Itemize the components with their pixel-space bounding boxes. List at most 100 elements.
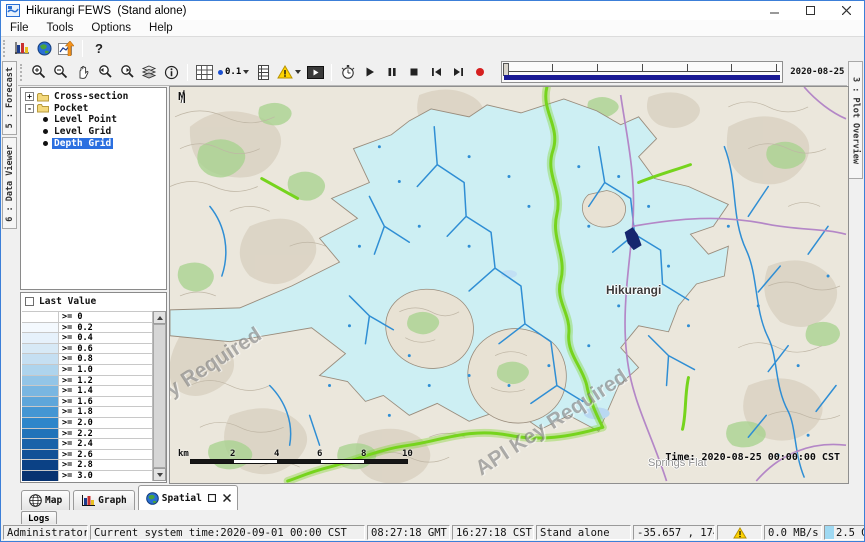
tab-forecast[interactable]: 5 : Forecast bbox=[2, 61, 17, 135]
legend-swatch bbox=[22, 323, 59, 333]
legend-scrollbar[interactable] bbox=[152, 311, 165, 481]
tree-item-depth-grid[interactable]: Depth Grid bbox=[21, 137, 166, 149]
legend-swatch bbox=[22, 429, 59, 439]
play-button[interactable] bbox=[359, 61, 381, 83]
node-bullet-icon bbox=[43, 117, 48, 122]
stop-button[interactable] bbox=[403, 61, 425, 83]
tree-item-cross-section[interactable]: + Cross-section bbox=[21, 91, 166, 103]
scale-unit: km bbox=[178, 449, 189, 459]
skip-to-start-button[interactable] bbox=[425, 61, 447, 83]
north-arrow: N bbox=[178, 90, 185, 103]
scroll-down-icon[interactable] bbox=[153, 468, 166, 481]
legend-row: >= 0.2 bbox=[22, 323, 152, 334]
toolbar-separator bbox=[82, 40, 83, 57]
zoom-next-icon[interactable] bbox=[116, 61, 138, 83]
menu-help[interactable]: Help bbox=[140, 22, 182, 34]
warning-threshold-dropdown[interactable] bbox=[274, 61, 304, 83]
main-toolbar: ? bbox=[1, 37, 864, 59]
map-canvas[interactable]: N API Key Required API Key Required Hiku… bbox=[169, 86, 849, 484]
tree-item-level-point[interactable]: Level Point bbox=[21, 114, 166, 126]
scale-bar: km 2 4 6 8 10 bbox=[178, 449, 418, 467]
import-chart-icon[interactable] bbox=[55, 37, 77, 59]
tab-plot-overview[interactable]: 3 : Plot Overview bbox=[848, 61, 863, 179]
legend-row: >= 0.6 bbox=[22, 344, 152, 355]
legend-icon[interactable] bbox=[252, 61, 274, 83]
database-viewer-icon[interactable] bbox=[11, 37, 33, 59]
tab-spatial[interactable]: Spatial bbox=[138, 485, 238, 510]
menu-options[interactable]: Options bbox=[82, 22, 140, 34]
map-time-label: Time: 2020-08-25 00:00:00 CST bbox=[665, 452, 840, 463]
minimize-button[interactable] bbox=[756, 1, 792, 20]
status-memory: 2.5 GB bbox=[824, 525, 865, 540]
status-transfer-rate: 0.0 MB/s bbox=[764, 525, 822, 540]
legend-row: >= 0 bbox=[22, 312, 152, 323]
folder-icon bbox=[37, 92, 49, 102]
layer-tree: + Cross-section - Pocket Level Point Lev… bbox=[20, 87, 167, 290]
last-value-checkbox[interactable] bbox=[25, 297, 34, 306]
dot-icon bbox=[218, 70, 223, 75]
menu-file[interactable]: File bbox=[1, 22, 38, 34]
timer-settings-icon[interactable] bbox=[337, 61, 359, 83]
legend-swatch bbox=[22, 376, 59, 386]
time-slider-track bbox=[504, 71, 780, 72]
tree-item-level-grid[interactable]: Level Grid bbox=[21, 126, 166, 138]
pan-hand-icon[interactable] bbox=[72, 61, 94, 83]
scale-bar-segments bbox=[190, 459, 408, 464]
legend-swatch bbox=[22, 344, 59, 354]
skip-to-end-button[interactable] bbox=[447, 61, 469, 83]
info-icon[interactable] bbox=[160, 61, 182, 83]
legend-swatch bbox=[22, 312, 59, 322]
legend-swatch bbox=[22, 386, 59, 396]
menu-tools[interactable]: Tools bbox=[38, 22, 83, 34]
collapse-icon[interactable]: - bbox=[25, 104, 34, 113]
chevron-down-icon bbox=[243, 70, 249, 74]
contour-interval-dropdown[interactable]: 0.1 bbox=[215, 61, 252, 83]
legend-row: >= 2.6 bbox=[22, 450, 152, 461]
expand-icon[interactable]: + bbox=[25, 92, 34, 101]
title-bar: Hikurangi FEWS (Stand alone) bbox=[1, 1, 864, 20]
time-slider[interactable] bbox=[501, 61, 783, 83]
close-panel-icon[interactable] bbox=[223, 494, 232, 503]
status-bar: Administrator Current system time:2020-0… bbox=[1, 524, 864, 541]
legend-row: >= 0.4 bbox=[22, 333, 152, 344]
record-button[interactable] bbox=[469, 61, 491, 83]
toolbar-separator bbox=[331, 64, 332, 81]
legend-swatch bbox=[22, 397, 59, 407]
status-local-time: 16:27:18 CST bbox=[452, 525, 534, 540]
toolbar-grip bbox=[20, 64, 24, 81]
spatial-display-icon[interactable] bbox=[33, 37, 55, 59]
legend-row: >= 1.2 bbox=[22, 376, 152, 387]
scroll-up-icon[interactable] bbox=[153, 311, 166, 324]
tab-data-viewer[interactable]: 6 : Data Viewer bbox=[2, 137, 17, 229]
tab-graph[interactable]: Graph bbox=[73, 490, 135, 510]
help-button[interactable]: ? bbox=[88, 37, 110, 59]
grid-display-icon[interactable] bbox=[193, 61, 215, 83]
layers-icon[interactable] bbox=[138, 61, 160, 83]
warning-icon bbox=[733, 527, 747, 539]
legend-swatch bbox=[22, 365, 59, 375]
legend-row: >= 0.8 bbox=[22, 354, 152, 365]
status-warning-cell[interactable] bbox=[717, 525, 762, 540]
tree-item-pocket[interactable]: - Pocket bbox=[21, 103, 166, 115]
legend-swatch bbox=[22, 333, 59, 343]
warning-icon bbox=[277, 65, 293, 79]
legend-row: >= 2.8 bbox=[22, 460, 152, 471]
tab-map[interactable]: Map bbox=[21, 490, 70, 510]
pause-button[interactable] bbox=[381, 61, 403, 83]
legend-rows: >= 0 >= 0.2 >= 0.4 >= 0.6 >= 0.8 >= 1.0 … bbox=[22, 311, 152, 481]
maximize-panel-icon[interactable] bbox=[208, 494, 217, 503]
legend-swatch bbox=[22, 354, 59, 364]
legend-swatch bbox=[22, 418, 59, 428]
last-value-label: Last Value bbox=[39, 296, 96, 307]
zoom-out-icon[interactable] bbox=[50, 61, 72, 83]
map-toolbar: 0.1 2020-08-25 00:00:00 CST bbox=[18, 59, 847, 86]
zoom-in-icon[interactable] bbox=[28, 61, 50, 83]
right-dock-strip: 3 : Plot Overview bbox=[847, 59, 864, 489]
last-value-row: Last Value bbox=[21, 293, 166, 310]
animation-movie-icon[interactable] bbox=[304, 61, 326, 83]
status-gmt-time: 08:27:18 GMT bbox=[367, 525, 450, 540]
close-button[interactable] bbox=[828, 1, 864, 20]
scrollbar-thumb[interactable] bbox=[153, 324, 166, 468]
maximize-button[interactable] bbox=[792, 1, 828, 20]
zoom-previous-icon[interactable] bbox=[94, 61, 116, 83]
